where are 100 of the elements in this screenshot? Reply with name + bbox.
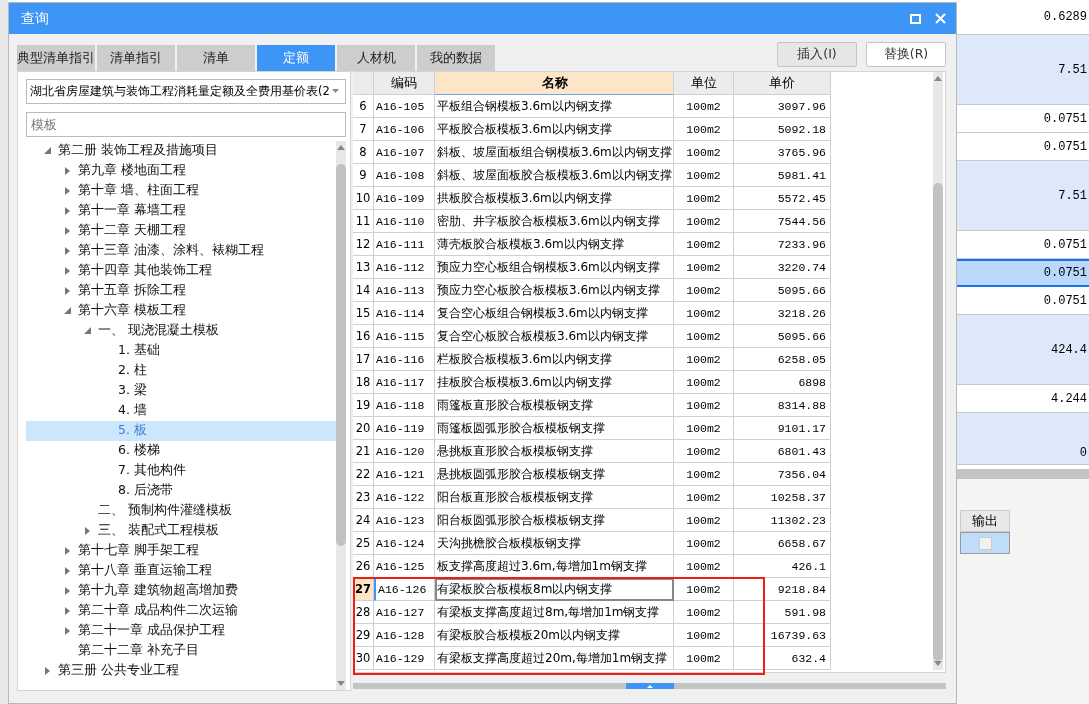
- table-cell: 10258.37: [734, 486, 831, 509]
- collapsed-triangle-icon[interactable]: [64, 606, 71, 615]
- table-row[interactable]: 28 A16-127 有梁板支撑高度超过8m,每增加1m钢支撑 100m2 591.98: [353, 601, 831, 624]
- tree-item[interactable]: 第二册 装饰工程及措施项目: [26, 140, 336, 161]
- column-header[interactable]: 单位: [674, 72, 734, 95]
- column-header[interactable]: 编码: [374, 72, 435, 95]
- tree-item[interactable]: 第十六章 模板工程: [26, 300, 336, 321]
- collapsed-triangle-icon[interactable]: [64, 286, 71, 295]
- table-row[interactable]: 8 A16-107 斜板、坡屋面板组合钢模板3.6m以内钢支撑 100m2 3765.96: [353, 141, 831, 164]
- tree-item[interactable]: 7. 其他构件: [26, 460, 336, 481]
- table-row[interactable]: 26 A16-125 板支撑高度超过3.6m,每增加1m钢支撑 100m2 426.1: [353, 555, 831, 578]
- tab[interactable]: 清单: [177, 45, 255, 71]
- maximize-icon[interactable]: [910, 13, 921, 24]
- scrollbar[interactable]: [957, 469, 1089, 479]
- tab[interactable]: 人材机: [337, 45, 415, 71]
- collapsed-triangle-icon[interactable]: [44, 666, 51, 675]
- table-row[interactable]: 11 A16-110 密肋、井字板胶合板模板3.6m以内钢支撑 100m2 7544.56: [353, 210, 831, 233]
- expanded-triangle-icon[interactable]: [84, 327, 91, 335]
- scroll-up-icon[interactable]: [336, 143, 346, 150]
- collapsed-triangle-icon[interactable]: [64, 166, 71, 175]
- table-row[interactable]: 15 A16-114 复合空心板组合钢模板3.6m以内钢支撑 100m2 3218.26: [353, 302, 831, 325]
- tab[interactable]: 清单指引: [97, 45, 175, 71]
- table-cell: 100m2: [674, 302, 734, 325]
- table-row[interactable]: 13 A16-112 预应力空心板组合钢模板3.6m以内钢支撑 100m2 3220.74: [353, 256, 831, 279]
- tree-item[interactable]: 8. 后浇带: [26, 480, 336, 501]
- search-field[interactable]: 模板: [26, 111, 346, 137]
- tree-item[interactable]: 2. 柱: [26, 360, 336, 381]
- replace-button[interactable]: 替换(R): [866, 42, 946, 67]
- tree-item[interactable]: 第二十一章 成品保护工程: [26, 620, 336, 641]
- table-row[interactable]: 16 A16-115 复合空心板胶合板模板3.6m以内钢支撑 100m2 5095.66: [353, 325, 831, 348]
- insert-button[interactable]: 插入(I): [777, 42, 857, 67]
- row-number: 18: [353, 371, 374, 394]
- tree-item[interactable]: 第十九章 建筑物超高增加费: [26, 580, 336, 601]
- collapsed-triangle-icon[interactable]: [64, 626, 71, 635]
- tree-item[interactable]: 3. 梁: [26, 380, 336, 401]
- tree-item[interactable]: 第九章 楼地面工程: [26, 160, 336, 181]
- collapsed-triangle-icon[interactable]: [64, 186, 71, 195]
- tab[interactable]: 典型清单指引: [17, 45, 95, 71]
- table-row[interactable]: 6 A16-105 平板组合钢模板3.6m以内钢支撑 100m2 3097.96: [353, 95, 831, 118]
- table-row[interactable]: 30 A16-129 有梁板支撑高度超过20m,每增加1m钢支撑 100m2 632.4: [353, 647, 831, 670]
- tree-item[interactable]: 第十章 墙、柱面工程: [26, 180, 336, 201]
- table-row[interactable]: 17 A16-116 栏板胶合板模板3.6m以内钢支撑 100m2 6258.05: [353, 348, 831, 371]
- collapsed-triangle-icon[interactable]: [64, 586, 71, 595]
- scroll-down-icon[interactable]: [336, 681, 346, 687]
- tree-item[interactable]: 第十七章 脚手架工程: [26, 540, 336, 561]
- splitter-handle-icon[interactable]: [625, 683, 674, 689]
- checkbox[interactable]: [978, 536, 992, 550]
- collapsed-triangle-icon[interactable]: [64, 206, 71, 215]
- tab[interactable]: 我的数据: [417, 45, 495, 71]
- scroll-up-icon[interactable]: [933, 75, 943, 81]
- tree-item[interactable]: 二、 预制构件灌缝模板: [26, 500, 336, 521]
- table-row[interactable]: 10 A16-109 拱板胶合板模板3.6m以内钢支撑 100m2 5572.45: [353, 187, 831, 210]
- column-header[interactable]: 单价: [734, 72, 831, 95]
- table-row[interactable]: 21 A16-120 悬挑板直形胶合板模板钢支撑 100m2 6801.43: [353, 440, 831, 463]
- tree-item[interactable]: 6. 楼梯: [26, 440, 336, 461]
- table-row[interactable]: 20 A16-119 雨篷板圆弧形胶合板模板钢支撑 100m2 9101.17: [353, 417, 831, 440]
- tree-item[interactable]: 第十五章 拆除工程: [26, 280, 336, 301]
- table-cell: 424.4: [1051, 342, 1087, 357]
- collapsed-triangle-icon[interactable]: [64, 226, 71, 235]
- collapsed-triangle-icon[interactable]: [64, 566, 71, 575]
- column-header[interactable]: 名称: [435, 72, 674, 95]
- table-row[interactable]: 24 A16-123 阳台板圆弧形胶合板模板钢支撑 100m2 11302.23: [353, 509, 831, 532]
- collapsed-triangle-icon[interactable]: [64, 246, 71, 255]
- table-row[interactable]: 29 A16-128 有梁板胶合板模板20m以内钢支撑 100m2 16739.63: [353, 624, 831, 647]
- table-row[interactable]: 27 A16-126 有梁板胶合板模板8m以内钢支撑 100m2 9218.84: [353, 578, 831, 601]
- collapsed-triangle-icon[interactable]: [84, 526, 91, 535]
- close-icon[interactable]: [935, 13, 946, 24]
- collapsed-triangle-icon[interactable]: [64, 266, 71, 275]
- table-cell: 预应力空心板组合钢模板3.6m以内钢支撑: [435, 256, 674, 279]
- tree-scrollbar[interactable]: [336, 140, 346, 690]
- tree-item[interactable]: 第十八章 垂直运输工程: [26, 560, 336, 581]
- tree-item[interactable]: 三、 装配式工程模板: [26, 520, 336, 541]
- expanded-triangle-icon[interactable]: [64, 307, 71, 315]
- table-row[interactable]: 7 A16-106 平板胶合板模板3.6m以内钢支撑 100m2 5092.18: [353, 118, 831, 141]
- expanded-triangle-icon[interactable]: [44, 147, 51, 155]
- tree-item[interactable]: 第十三章 油漆、涂料、裱糊工程: [26, 240, 336, 261]
- table-scrollbar[interactable]: [933, 72, 943, 670]
- tree-item[interactable]: 第二十二章 补充子目: [26, 640, 336, 661]
- tree-item[interactable]: 4. 墙: [26, 400, 336, 421]
- tree-item[interactable]: 第三册 公共专业工程: [26, 660, 336, 681]
- tree-item[interactable]: 第十二章 天棚工程: [26, 220, 336, 241]
- table-cell: A16-105: [374, 95, 435, 118]
- table-row[interactable]: 12 A16-111 薄壳板胶合板模板3.6m以内钢支撑 100m2 7233.96: [353, 233, 831, 256]
- tree-item[interactable]: 第二十章 成品构件二次运输: [26, 600, 336, 621]
- tree-item[interactable]: 第十四章 其他装饰工程: [26, 260, 336, 281]
- table-row[interactable]: 9 A16-108 斜板、坡屋面板胶合板模板3.6m以内钢支撑 100m2 5981.41: [353, 164, 831, 187]
- table-cell: 632.4: [734, 647, 831, 670]
- tree-item[interactable]: 1. 基础: [26, 340, 336, 361]
- table-cell: 5095.66: [734, 279, 831, 302]
- table-row[interactable]: 25 A16-124 天沟挑檐胶合板模板钢支撑 100m2 6658.67: [353, 532, 831, 555]
- table-row[interactable]: 23 A16-122 阳台板直形胶合板模板钢支撑 100m2 10258.37: [353, 486, 831, 509]
- table-row[interactable]: 18 A16-117 挂板胶合板模板3.6m以内钢支撑 100m2 6898: [353, 371, 831, 394]
- library-dropdown[interactable]: 湖北省房屋建筑与装饰工程消耗量定额及全费用基价表(2: [26, 79, 346, 104]
- tree-item[interactable]: 第十一章 幕墙工程: [26, 200, 336, 221]
- table-row[interactable]: 14 A16-113 预应力空心板胶合板模板3.6m以内钢支撑 100m2 5095.66: [353, 279, 831, 302]
- table-cell: A16-119: [374, 417, 435, 440]
- tree-item[interactable]: 一、 现浇混凝土模板: [26, 320, 336, 341]
- table-row[interactable]: 22 A16-121 悬挑板圆弧形胶合板模板钢支撑 100m2 7356.04: [353, 463, 831, 486]
- collapsed-triangle-icon[interactable]: [64, 546, 71, 555]
- table-row[interactable]: 19 A16-118 雨篷板直形胶合板模板钢支撑 100m2 8314.88: [353, 394, 831, 417]
